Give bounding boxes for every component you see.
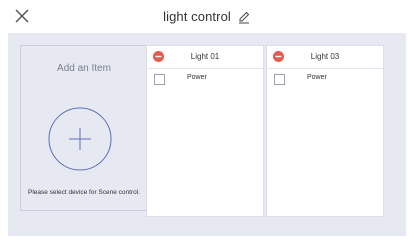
scene-panel: Add an Item Please select device for Sce…: [8, 33, 406, 236]
power-checkbox[interactable]: [154, 74, 165, 85]
device-row-power: Power: [267, 69, 383, 89]
pencil-icon[interactable]: [237, 10, 251, 24]
power-checkbox[interactable]: [274, 74, 285, 85]
device-card-light-03: Light 03 Power: [266, 45, 384, 217]
device-card-light-01: Light 01 Power: [146, 45, 264, 217]
device-card-header: Light 01: [147, 46, 263, 69]
add-item-hint: Please select device for Scene control.: [27, 189, 140, 196]
add-item-title: Add an Item: [57, 63, 111, 74]
device-row-power: Power: [147, 69, 263, 89]
title-container: light control: [0, 0, 414, 33]
power-label: Power: [187, 74, 207, 81]
plus-circle-icon[interactable]: [47, 106, 113, 172]
device-card-header: Light 03: [267, 46, 383, 69]
add-item-card[interactable]: Add an Item Please select device for Sce…: [20, 45, 148, 211]
device-name: Light 03: [310, 52, 340, 61]
top-bar: light control: [0, 0, 414, 33]
device-name: Light 01: [190, 52, 220, 61]
power-label: Power: [307, 74, 327, 81]
page-title: light control: [163, 9, 231, 24]
